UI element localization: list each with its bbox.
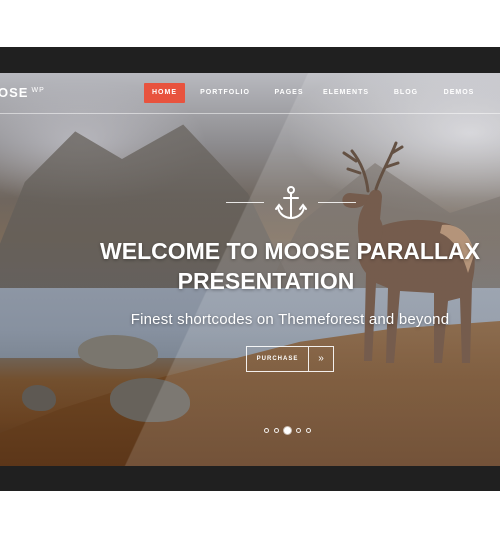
divider-line (226, 202, 264, 203)
anchor-divider (222, 183, 360, 223)
headline-line-1: WELCOME TO MOOSE PARALLAX (100, 238, 480, 264)
hero-headline: WELCOME TO MOOSE PARALLAX PRESENTATION (60, 236, 500, 296)
slider-pagination (264, 425, 311, 435)
slider-dot[interactable] (296, 427, 301, 433)
divider-line (318, 202, 356, 203)
slider-dot[interactable] (306, 427, 311, 433)
slider-dot[interactable] (274, 427, 279, 433)
website-screenshot: OSE WP HOME PORTFOLIO PAGES ELEMENTS BLOG… (0, 73, 500, 466)
anchor-icon (275, 186, 307, 220)
purchase-button[interactable]: PURCHASE » (246, 346, 334, 372)
device-frame: OSE WP HOME PORTFOLIO PAGES ELEMENTS BLOG… (0, 47, 500, 491)
headline-line-2: PRESENTATION (177, 268, 355, 294)
slider-dot[interactable] (284, 426, 291, 434)
double-chevron-right-icon: » (308, 347, 333, 371)
hero-section: WELCOME TO MOOSE PARALLAX PRESENTATION F… (0, 73, 500, 466)
purchase-label: PURCHASE (256, 356, 299, 362)
hero-subtitle: Finest shortcodes on Themeforest and bey… (130, 311, 450, 328)
slider-dot[interactable] (264, 427, 269, 433)
